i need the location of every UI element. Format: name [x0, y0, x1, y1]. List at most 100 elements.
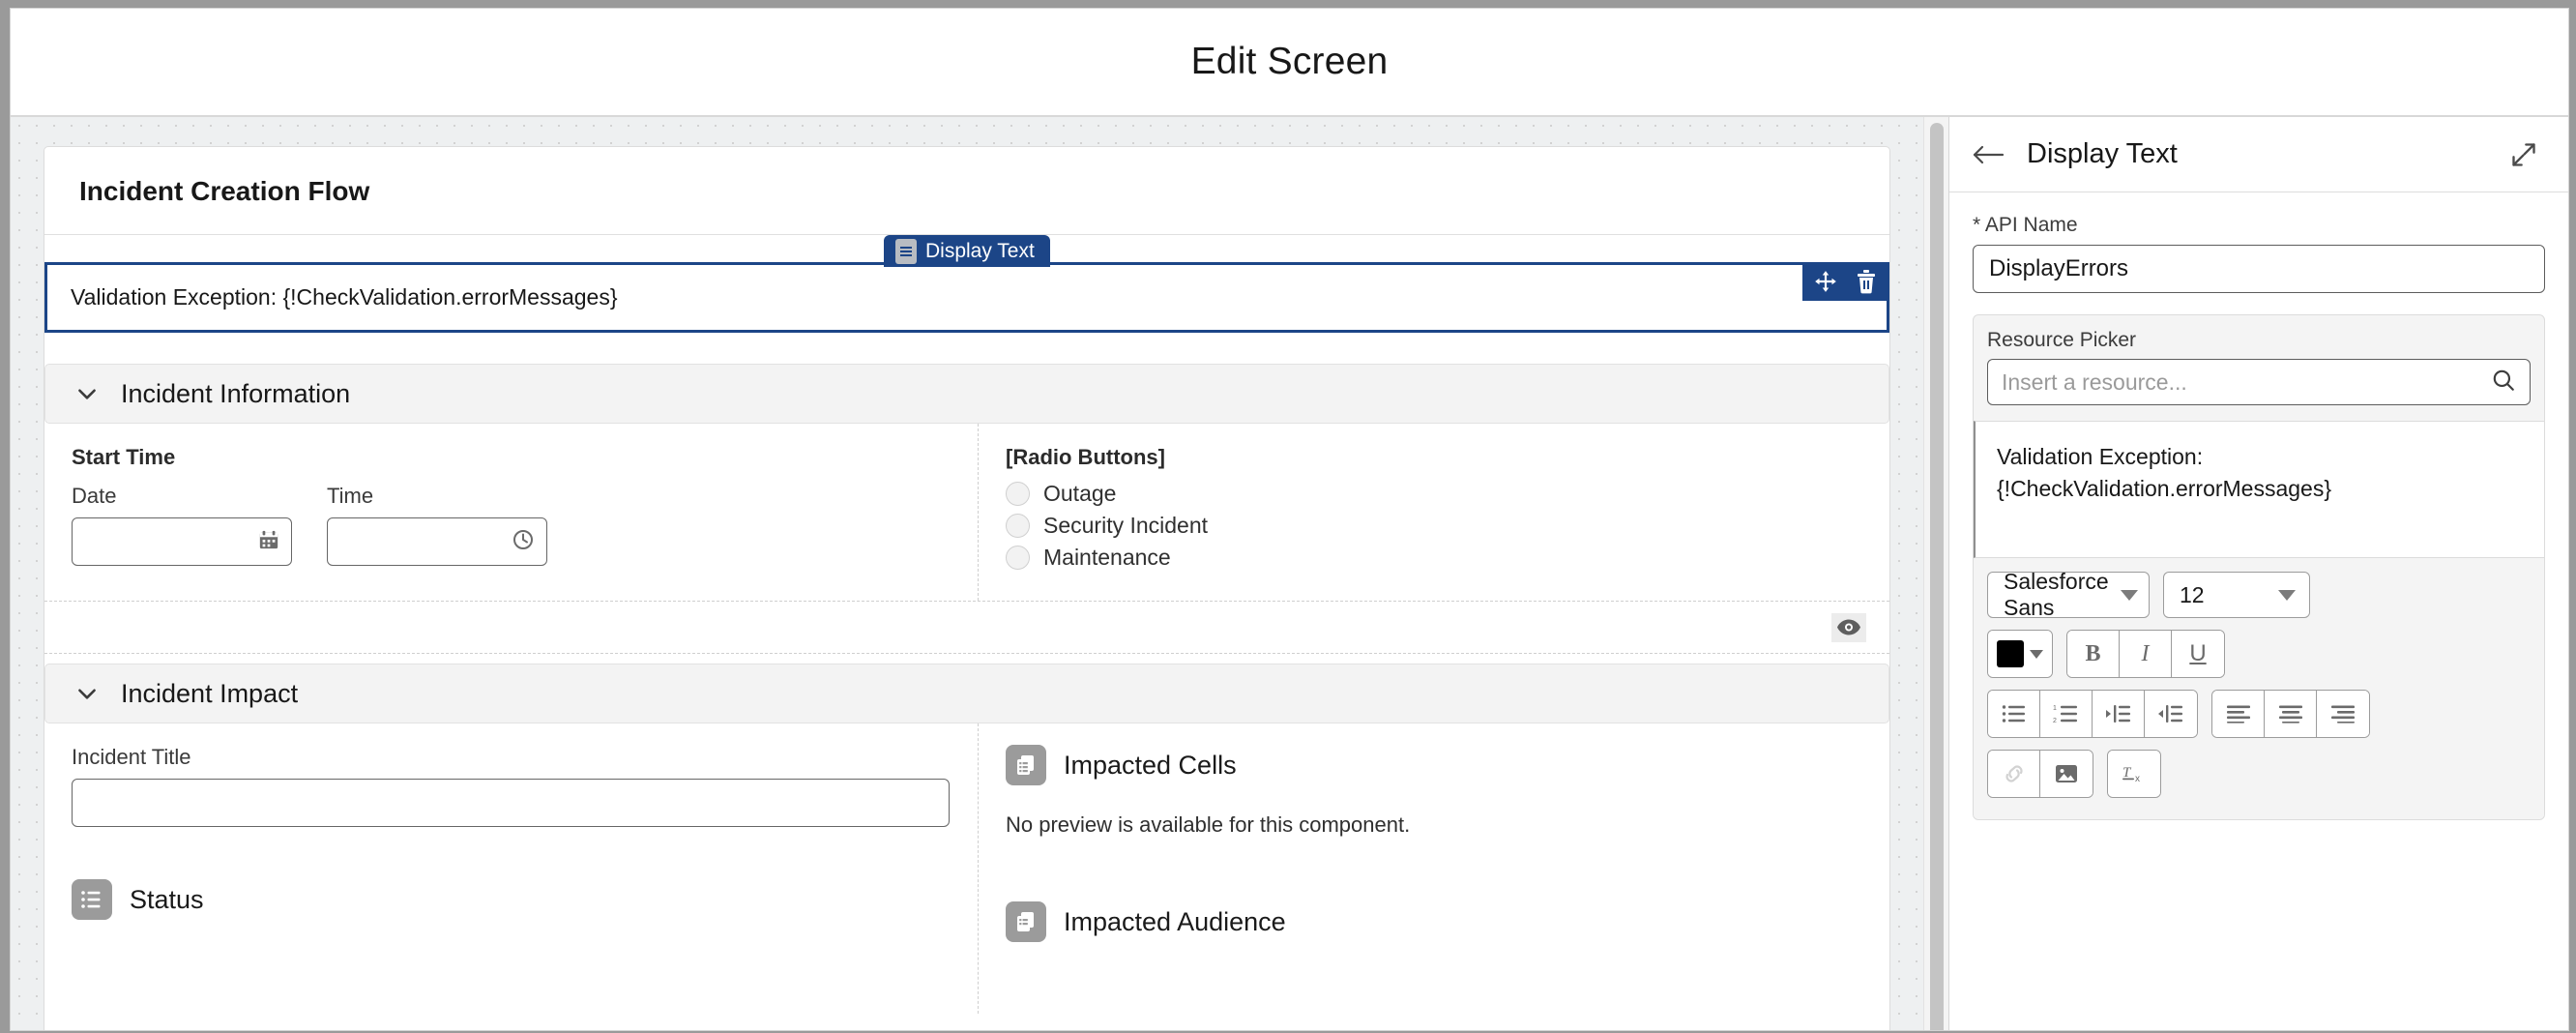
radio-icon [1006, 546, 1030, 570]
trash-icon[interactable] [1852, 267, 1881, 296]
start-time-fields: Date Time [72, 484, 951, 566]
outdent-icon[interactable] [2145, 691, 2197, 737]
chevron-down-icon [2120, 589, 2138, 601]
italic-button[interactable]: I [2120, 631, 2172, 677]
align-right-icon[interactable] [2317, 691, 2369, 737]
insert-group [1987, 750, 2093, 798]
status-component-title: Status [130, 884, 204, 914]
link-icon[interactable] [1988, 751, 2040, 797]
text-color-button[interactable] [1988, 631, 2052, 677]
component-type-label: Display Text [925, 240, 1035, 262]
resource-picker-label: Resource Picker [1987, 329, 2137, 351]
image-icon[interactable] [2040, 751, 2093, 797]
text-color-group [1987, 630, 2053, 678]
underline-button[interactable]: U [2172, 631, 2224, 677]
display-text-icon [895, 238, 917, 264]
incident-title-input[interactable] [72, 779, 950, 827]
time-field-label: Time [327, 484, 374, 508]
list-icon [72, 879, 112, 920]
color-swatch-wrap [1997, 640, 2043, 667]
time-input[interactable] [327, 517, 547, 566]
incident-title-field: Incident Title [72, 745, 951, 827]
svg-text:x: x [2135, 774, 2140, 784]
radio-option-label: Maintenance [1043, 545, 1171, 570]
chevron-down-icon [2030, 649, 2043, 659]
column-start-time: Start Time Date Time [44, 424, 978, 601]
expand-icon[interactable] [2506, 137, 2541, 172]
section-body-incident-impact: Incident Title Status Impacted Cells No … [44, 723, 1889, 1014]
edit-screen-modal: Edit Screen Incident Creation Flow Displ… [10, 8, 2569, 1031]
toolbar-row-insert: T x [1987, 750, 2531, 798]
font-family-select[interactable]: Salesforce Sans [1987, 569, 2150, 620]
date-input[interactable] [72, 517, 292, 566]
component-action-bar [1802, 262, 1889, 301]
numbered-list-icon[interactable]: 1 2 [2040, 691, 2093, 737]
radio-option-outage[interactable]: Outage [1006, 478, 1862, 510]
toolbar-row-lists: 1 2 [1987, 690, 2531, 738]
incident-title-label: Incident Title [72, 745, 191, 769]
radio-icon [1006, 514, 1030, 538]
radio-option-maintenance[interactable]: Maintenance [1006, 542, 1862, 574]
rich-text-editor-body[interactable]: Validation Exception: {!CheckValidation.… [1974, 421, 2544, 558]
section-title: Incident Impact [121, 678, 299, 708]
align-center-icon[interactable] [2265, 691, 2317, 737]
start-time-group-label: Start Time [72, 445, 176, 469]
screen-canvas: Incident Creation Flow Display Text Vali… [11, 117, 1948, 1030]
impacted-audience-component[interactable]: Impacted Audience [1006, 901, 1862, 942]
impacted-cells-note: No preview is available for this compone… [1006, 812, 1411, 837]
radio-group-label: [Radio Buttons] [1006, 445, 1165, 469]
remove-formatting-icon[interactable]: T x [2108, 751, 2160, 797]
toolbar-row-font: Salesforce Sans 12 [1987, 569, 2531, 620]
radio-option-label: Outage [1043, 481, 1117, 506]
page-title: Edit Screen [1190, 41, 1389, 82]
resource-picker-input[interactable]: Insert a resource... [1987, 359, 2531, 405]
properties-title: Display Text [2027, 138, 2178, 169]
bulleted-list-icon[interactable] [1988, 691, 2040, 737]
chevron-down-icon [74, 681, 100, 706]
font-size-select[interactable]: 12 [2163, 572, 2310, 618]
date-field: Date [72, 484, 292, 566]
impacted-cells-title: Impacted Cells [1064, 750, 1237, 780]
radio-option-security-incident[interactable]: Security Incident [1006, 510, 1862, 542]
status-component-stub[interactable]: Status [72, 879, 951, 920]
indent-icon[interactable] [2093, 691, 2145, 737]
canvas-scrollbar[interactable] [1923, 117, 1948, 1030]
section-header-incident-information[interactable]: Incident Information [44, 364, 1889, 424]
align-group [2211, 690, 2370, 738]
svg-text:2: 2 [2053, 718, 2057, 723]
eye-icon[interactable] [1831, 612, 1866, 642]
canvas-scrollbar-thumb[interactable] [1930, 123, 1944, 1030]
font-family-value: Salesforce Sans [2004, 569, 2109, 620]
display-text-content: Validation Exception: {!CheckValidation.… [71, 284, 618, 310]
italic-label: I [2141, 640, 2150, 666]
rich-text-toolbar: Salesforce Sans 12 B I U 1 2 T x [1974, 558, 2544, 819]
arrow-left-icon[interactable] [1971, 137, 2005, 172]
section-header-incident-impact[interactable]: Incident Impact [44, 664, 1889, 723]
bold-button[interactable]: B [2067, 631, 2120, 677]
text-style-group: B I U [2066, 630, 2225, 678]
section-title: Incident Information [121, 378, 351, 408]
align-left-icon[interactable] [2212, 691, 2265, 737]
rich-text-editor-content: Validation Exception: {!CheckValidation.… [1997, 444, 2332, 501]
selected-display-text[interactable]: Validation Exception: {!CheckValidation.… [44, 262, 1889, 333]
calendar-icon[interactable] [258, 529, 279, 555]
api-name-input[interactable]: DisplayErrors [1973, 245, 2545, 293]
resource-picker-placeholder: Insert a resource... [2002, 369, 2187, 395]
move-icon[interactable] [1811, 267, 1840, 296]
svg-text:1: 1 [2053, 705, 2057, 712]
underline-label: U [2189, 640, 2207, 666]
chevron-down-icon [2278, 589, 2296, 601]
modal-body: Incident Creation Flow Display Text Vali… [11, 117, 2568, 1030]
clock-icon[interactable] [512, 528, 535, 556]
section-incident-information: Incident Information Start Time Date Tim… [44, 364, 1889, 654]
toolbar-row-style: B I U [1987, 630, 2531, 678]
bold-label: B [2085, 640, 2101, 666]
impacted-cells-component[interactable]: Impacted Cells [1006, 745, 1862, 785]
resource-picker: Resource Picker Insert a resource... [1974, 315, 2544, 421]
date-field-label: Date [72, 484, 117, 508]
search-icon[interactable] [2491, 368, 2516, 398]
component-icon [1006, 901, 1046, 942]
properties-panel: Display Text * API Name DisplayErrors Re… [1948, 117, 2568, 1030]
api-name-label: * API Name [1973, 214, 2078, 236]
component-type-tab[interactable]: Display Text [884, 235, 1050, 267]
